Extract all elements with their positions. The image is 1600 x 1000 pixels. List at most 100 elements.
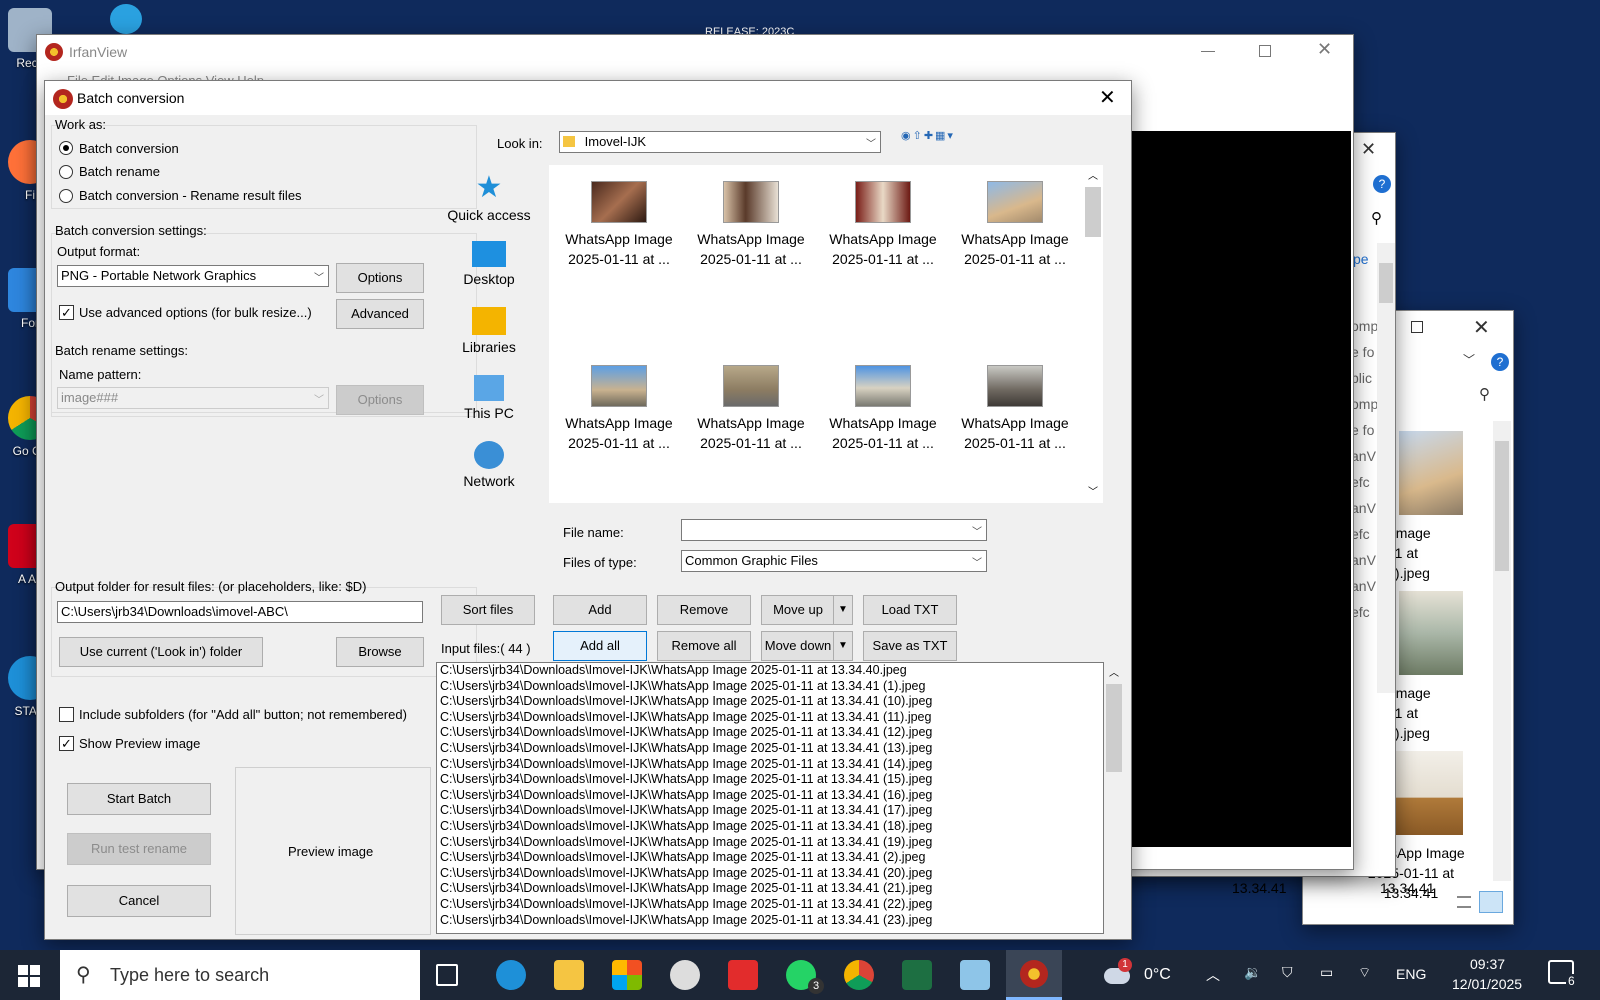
radio-batch-conversion[interactable] — [59, 141, 73, 155]
close-icon[interactable]: ✕ — [1099, 85, 1116, 110]
thumb-item[interactable]: WhatsApp Image 2025-01-11 at ... — [951, 181, 1079, 269]
file-name-field[interactable]: ﹀ — [681, 519, 987, 541]
format-options-button[interactable]: Options — [336, 263, 424, 293]
chevron-down-icon[interactable]: ﹀ — [1463, 351, 1475, 368]
maximize-icon[interactable] — [1259, 45, 1271, 57]
look-in-select[interactable]: Imovel-IJK ﹀ — [559, 131, 881, 153]
file-browser[interactable]: WhatsApp Image 2025-01-11 at ... WhatsApp… — [549, 165, 1085, 503]
remove-button[interactable]: Remove — [657, 595, 751, 625]
thumb-item[interactable]: WhatsApp Image 2025-01-11 at ... — [687, 181, 815, 269]
radio-batch-conversion-rename-label[interactable]: Batch conversion - Rename result files — [79, 188, 302, 203]
thumb-item[interactable]: WhatsApp Image 2025-01-11 at ... — [555, 365, 683, 453]
advanced-button[interactable]: Advanced — [336, 299, 424, 329]
close-icon[interactable]: ✕ — [1473, 315, 1490, 340]
file-list-row[interactable]: C:\Users\jrb34\Downloads\Imovel-IJK\What… — [437, 850, 1103, 866]
advanced-options-label[interactable]: Use advanced options (for bulk resize...… — [79, 305, 312, 320]
file-list-row[interactable]: C:\Users\jrb34\Downloads\Imovel-IJK\What… — [437, 819, 1103, 835]
place-this-pc[interactable]: This PC — [441, 375, 537, 421]
notepad-icon[interactable] — [960, 960, 990, 990]
move-up-dropdown[interactable]: ▼ — [833, 595, 853, 625]
chevron-up-icon[interactable]: ︿ — [1109, 664, 1119, 679]
radio-batch-rename-label[interactable]: Batch rename — [79, 164, 160, 179]
add-all-button[interactable]: Add all — [553, 631, 647, 661]
image-viewport[interactable] — [1105, 131, 1351, 847]
file-list-row[interactable]: C:\Users\jrb34\Downloads\Imovel-IJK\What… — [437, 881, 1103, 897]
file-list-row[interactable]: C:\Users\jrb34\Downloads\Imovel-IJK\What… — [437, 866, 1103, 882]
file-list-row[interactable]: C:\Users\jrb34\Downloads\Imovel-IJK\What… — [437, 725, 1103, 741]
security-icon[interactable]: ⛉ — [1282, 964, 1293, 981]
file-browser-scrollbar[interactable]: ︿ ﹀ — [1083, 165, 1103, 503]
move-down-dropdown[interactable]: ▼ — [833, 631, 853, 661]
minimize-icon[interactable] — [1201, 51, 1215, 52]
place-desktop[interactable]: Desktop — [441, 241, 537, 287]
file-list-row[interactable]: C:\Users\jrb34\Downloads\Imovel-IJK\What… — [437, 663, 1103, 679]
input-files-scrollbar[interactable]: ︿ — [1104, 662, 1124, 934]
thumb-item[interactable]: WhatsApp Image 2025-01-11 at ... — [555, 181, 683, 269]
thumb-item[interactable]: WhatsApp Image 2025-01-11 at ... — [951, 365, 1079, 453]
file-list-row[interactable]: C:\Users\jrb34\Downloads\Imovel-IJK\What… — [437, 741, 1103, 757]
weather-temp[interactable]: 0°C — [1144, 966, 1171, 984]
output-folder-field[interactable]: C:\Users\jrb34\Downloads\imovel-ABC\ — [57, 601, 423, 623]
task-view-icon[interactable] — [436, 964, 458, 986]
app-red-icon[interactable] — [728, 960, 758, 990]
help-icon[interactable]: ? — [1373, 175, 1391, 193]
file-list-row[interactable]: C:\Users\jrb34\Downloads\Imovel-IJK\What… — [437, 913, 1103, 929]
nav-item-partial[interactable]: pe — [1353, 251, 1369, 267]
scrollbar-front-explorer[interactable] — [1493, 421, 1511, 881]
store-icon[interactable] — [612, 960, 642, 990]
advanced-options-checkbox[interactable]: ✓ — [59, 305, 74, 320]
start-batch-button[interactable]: Start Batch — [67, 783, 211, 815]
details-view-icon[interactable] — [1457, 896, 1471, 908]
show-preview-label[interactable]: Show Preview image — [79, 736, 200, 751]
add-button[interactable]: Add — [553, 595, 647, 625]
dialog-titlebar[interactable]: Batch conversion ✕ — [45, 81, 1131, 115]
place-libraries[interactable]: Libraries — [441, 307, 537, 355]
save-as-txt-button[interactable]: Save as TXT — [863, 631, 957, 661]
volume-icon[interactable]: 🔉 — [1244, 964, 1261, 981]
wifi-icon[interactable]: ⌔ — [1358, 964, 1371, 982]
power-icon[interactable]: ▭ — [1320, 964, 1333, 981]
show-preview-checkbox[interactable]: ✓ — [59, 736, 74, 751]
remove-all-button[interactable]: Remove all — [657, 631, 751, 661]
name-pattern-field[interactable]: image### ﹀ — [57, 387, 329, 409]
clock-app-icon[interactable] — [670, 960, 700, 990]
thumb-item[interactable]: WhatsApp Image 2025-01-11 at ... — [819, 365, 947, 453]
search-icon[interactable]: ⚲ — [1479, 385, 1490, 403]
edge-icon[interactable] — [496, 960, 526, 990]
irfanview-taskbar-active[interactable] — [1006, 950, 1062, 1000]
cancel-button[interactable]: Cancel — [67, 885, 211, 917]
include-subfolders-label[interactable]: Include subfolders (for "Add all" button… — [79, 707, 407, 722]
run-test-rename-button[interactable]: Run test rename — [67, 833, 211, 865]
nav-toolbar-icons[interactable]: ◉⇧✚▦▾ — [901, 129, 955, 142]
close-icon[interactable]: ✕ — [1361, 139, 1376, 160]
thumb-item[interactable]: WhatsApp Image 2025-01-11 at ... — [819, 181, 947, 269]
radio-batch-conversion-rename[interactable] — [59, 189, 73, 203]
radio-batch-rename[interactable] — [59, 165, 73, 179]
include-subfolders-checkbox[interactable] — [59, 707, 74, 722]
file-list-row[interactable]: C:\Users\jrb34\Downloads\Imovel-IJK\What… — [437, 897, 1103, 913]
load-txt-button[interactable]: Load TXT — [863, 595, 957, 625]
output-format-select[interactable]: PNG - Portable Network Graphics ﹀ — [57, 265, 329, 287]
chevron-down-icon[interactable]: ﹀ — [1088, 483, 1098, 498]
file-explorer-icon[interactable] — [554, 960, 584, 990]
excel-icon[interactable] — [902, 960, 932, 990]
windows-start-icon[interactable] — [18, 965, 40, 987]
close-icon[interactable]: ✕ — [1317, 39, 1332, 60]
chevron-up-icon[interactable]: ︿ — [1206, 965, 1220, 985]
file-list-row[interactable]: C:\Users\jrb34\Downloads\Imovel-IJK\What… — [437, 803, 1103, 819]
browse-button[interactable]: Browse — [336, 637, 424, 667]
file-list-row[interactable]: C:\Users\jrb34\Downloads\Imovel-IJK\What… — [437, 772, 1103, 788]
place-quick-access[interactable]: ★ Quick access — [441, 173, 537, 224]
taskbar-search-box[interactable]: ⚲ Type here to search — [60, 950, 420, 1000]
rename-options-button[interactable]: Options — [336, 385, 424, 415]
input-files-list[interactable]: C:\Users\jrb34\Downloads\Imovel-IJK\What… — [436, 662, 1104, 934]
file-list-row[interactable]: C:\Users\jrb34\Downloads\Imovel-IJK\What… — [437, 710, 1103, 726]
clock-time[interactable]: 09:37 — [1470, 956, 1505, 972]
maximize-icon[interactable] — [1411, 321, 1423, 333]
language-indicator[interactable]: ENG — [1396, 966, 1426, 982]
desktop-icon-edge-top[interactable] — [110, 4, 142, 34]
file-list-row[interactable]: C:\Users\jrb34\Downloads\Imovel-IJK\What… — [437, 788, 1103, 804]
place-network[interactable]: Network — [441, 441, 537, 489]
search-icon[interactable]: ⚲ — [1371, 209, 1382, 227]
file-list-row[interactable]: C:\Users\jrb34\Downloads\Imovel-IJK\What… — [437, 835, 1103, 851]
